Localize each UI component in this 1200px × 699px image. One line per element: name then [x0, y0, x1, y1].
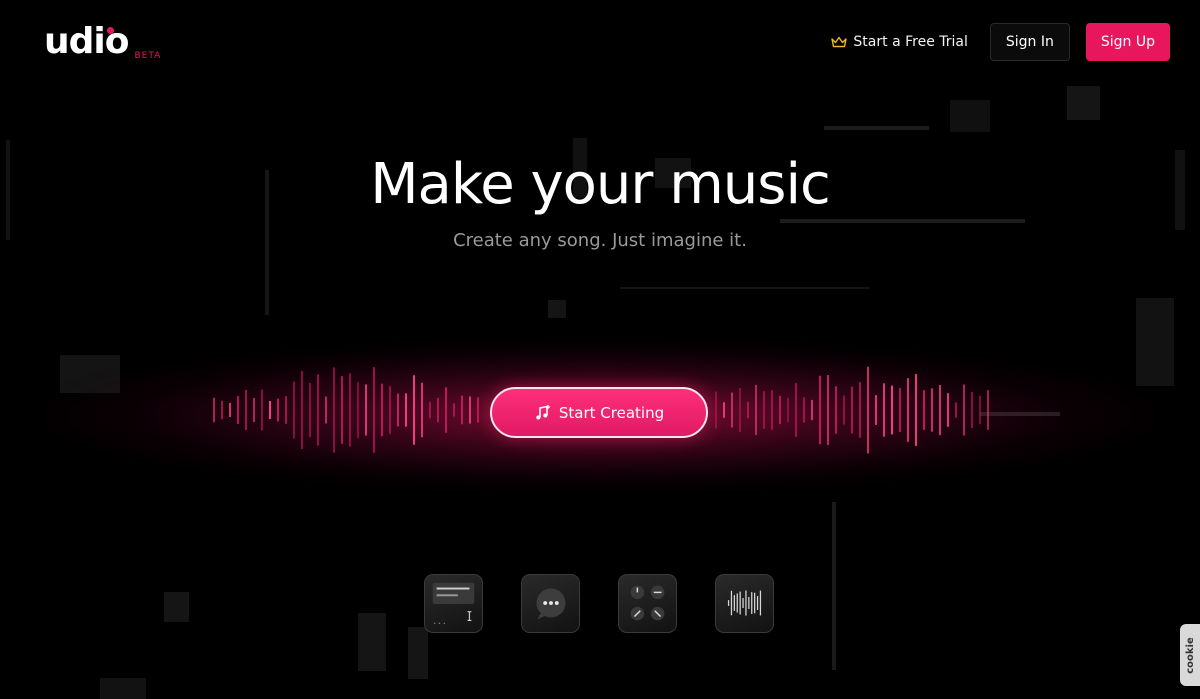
bg-decor	[950, 100, 990, 132]
chat-icon	[536, 588, 566, 620]
hero-subtitle: Create any song. Just imagine it.	[453, 230, 747, 251]
sign-up-button[interactable]: Sign Up	[1085, 23, 1170, 61]
top-nav: Start a Free Trial Sign In Sign Up	[831, 23, 1170, 61]
feature-tile-text[interactable]	[424, 574, 483, 633]
hero-title: Make your music	[370, 152, 831, 217]
logo[interactable]: udio BETA	[44, 22, 161, 62]
beta-badge: BETA	[134, 51, 162, 61]
feature-tile-knobs[interactable]	[618, 574, 677, 633]
start-creating-button[interactable]: Start Creating	[490, 387, 708, 438]
cookie-settings-tab[interactable]: cookie	[1180, 624, 1200, 686]
bg-decor	[548, 300, 566, 318]
bg-decor	[100, 678, 146, 699]
bg-decor	[1067, 86, 1100, 120]
feature-tile-waveform[interactable]	[715, 574, 774, 633]
knobs-icon	[630, 585, 665, 621]
crown-icon	[831, 36, 848, 48]
page: udio BETA Start a Free Trial Sign In Sig…	[0, 0, 1200, 699]
bg-decor	[164, 592, 189, 622]
feature-tile-chat[interactable]	[521, 574, 580, 633]
free-trial-link[interactable]: Start a Free Trial	[831, 34, 968, 50]
music-note-icon	[536, 405, 550, 420]
bg-decor	[408, 627, 428, 679]
start-creating-label: Start Creating	[558, 403, 665, 422]
feature-tiles	[424, 574, 774, 633]
logo-dot	[107, 27, 114, 34]
text-prompt-icon	[432, 582, 475, 625]
logo-wordmark: udio	[44, 21, 129, 62]
cookie-label: cookie	[1184, 636, 1196, 674]
bg-decor	[358, 613, 386, 671]
sign-in-button[interactable]: Sign In	[989, 23, 1070, 61]
free-trial-label: Start a Free Trial	[853, 34, 968, 50]
bg-decor	[620, 287, 870, 289]
bg-decor	[780, 219, 1025, 223]
bg-decor	[832, 502, 836, 670]
waveform-icon	[727, 590, 762, 616]
bg-decor	[824, 126, 929, 130]
